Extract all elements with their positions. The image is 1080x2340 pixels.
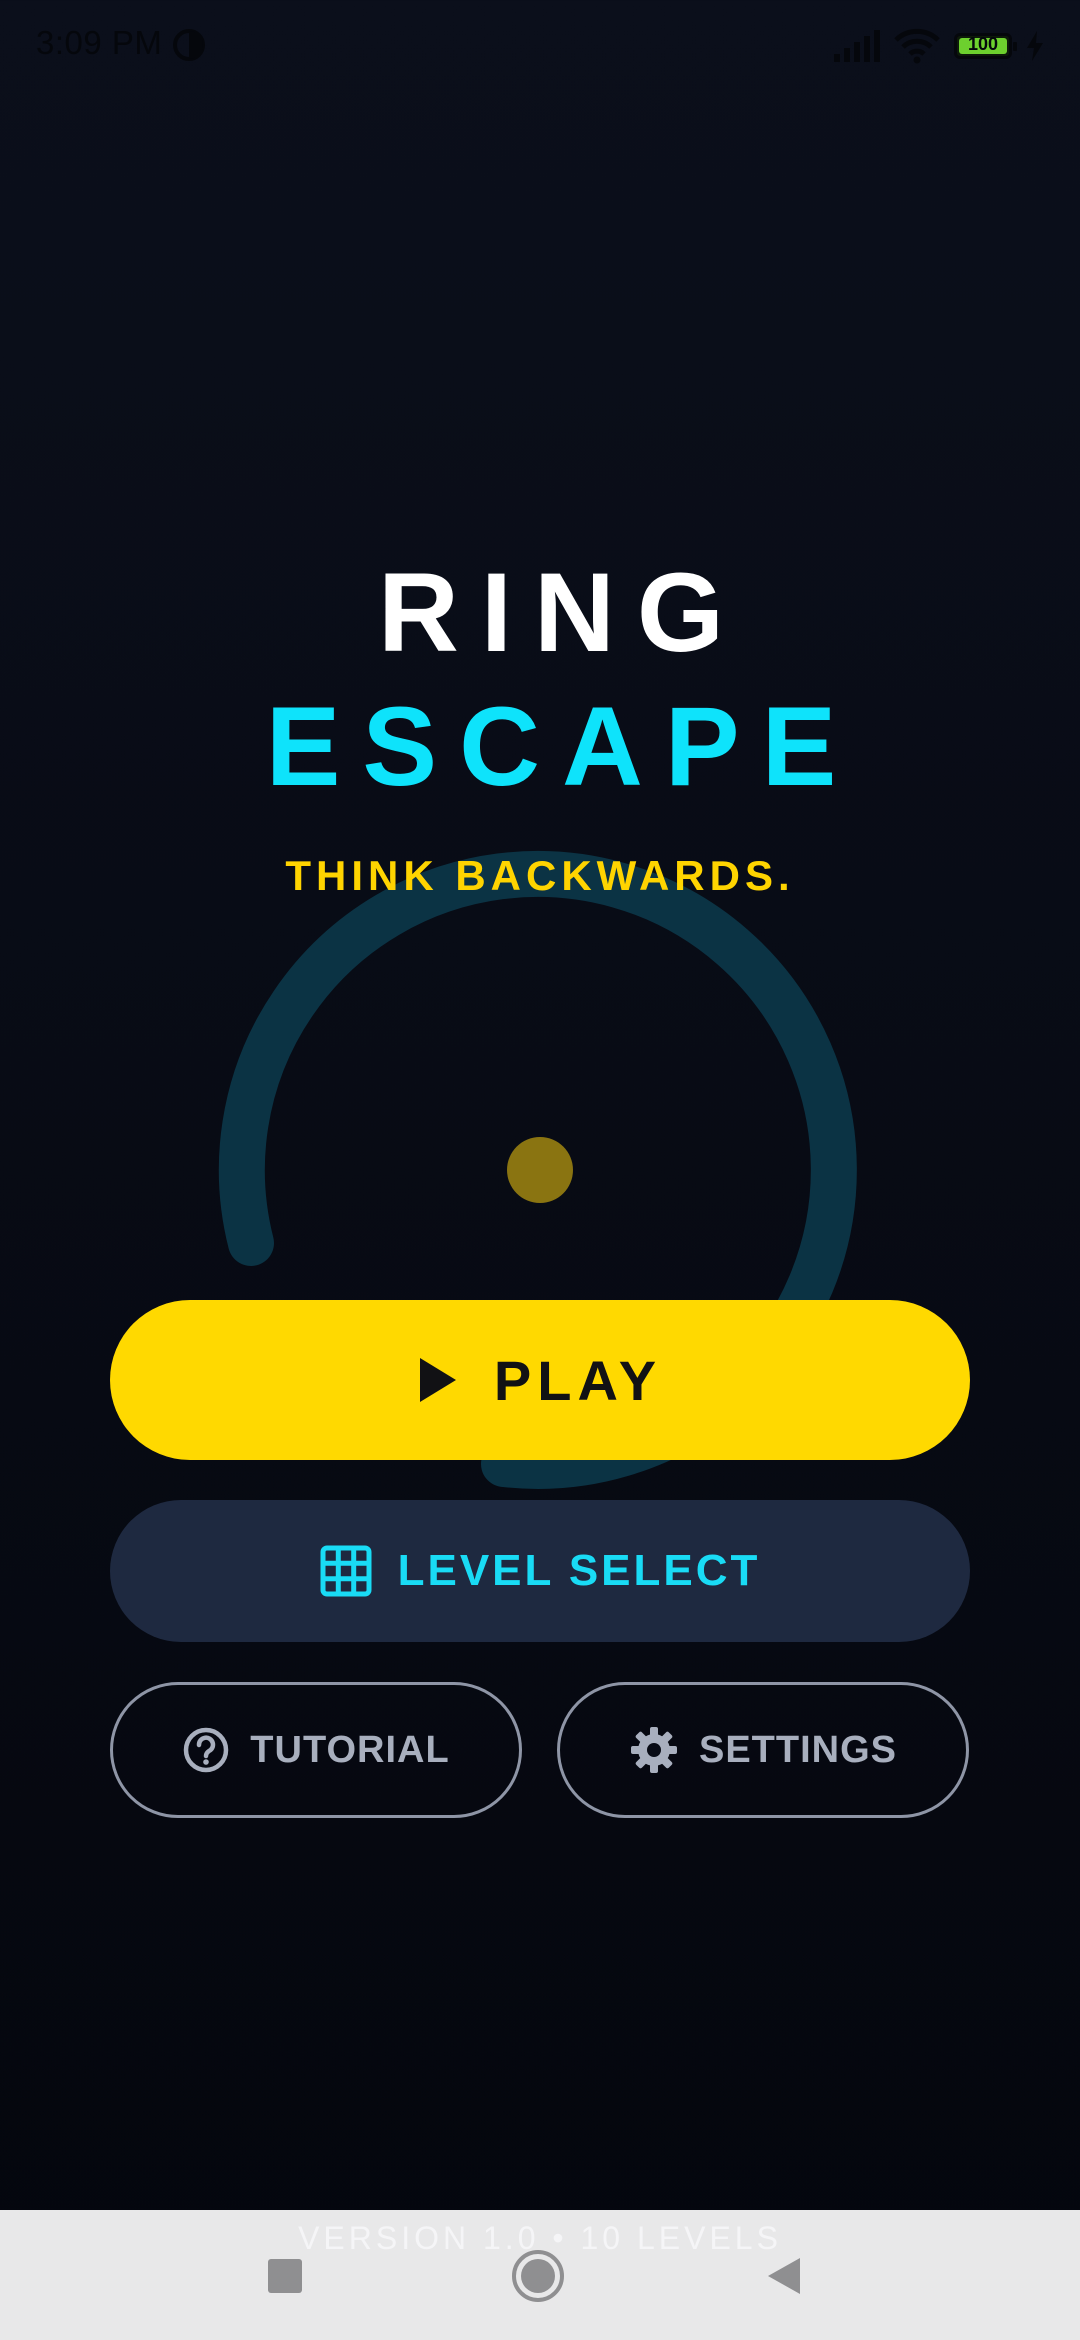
tagline: THINK BACKWARDS. — [285, 852, 795, 899]
tutorial-button[interactable]: TUTORIAL — [110, 1682, 522, 1818]
ring-ball — [507, 1137, 573, 1203]
play-button[interactable]: PLAY — [110, 1300, 970, 1460]
grid-icon — [320, 1545, 372, 1597]
tutorial-label: TUTORIAL — [250, 1728, 450, 1771]
settings-label: SETTINGS — [698, 1728, 898, 1771]
play-label: PLAY — [493, 1348, 663, 1412]
help-circle-icon — [184, 1727, 229, 1773]
gear-icon — [630, 1727, 677, 1773]
settings-button[interactable]: SETTINGS — [557, 1682, 969, 1818]
version-text: VERSION 1.0 • 10 LEVELS — [298, 2220, 782, 2256]
level-select-button[interactable]: LEVEL SELECT — [110, 1500, 970, 1642]
recent-apps-icon — [268, 2259, 302, 2293]
play-icon — [419, 1358, 456, 1402]
back-icon — [768, 2258, 800, 2294]
title-escape: ESCAPE — [265, 684, 859, 809]
level-select-label: LEVEL SELECT — [397, 1546, 761, 1595]
title-ring: RING — [378, 550, 746, 675]
decorative-ring — [218, 850, 857, 1489]
